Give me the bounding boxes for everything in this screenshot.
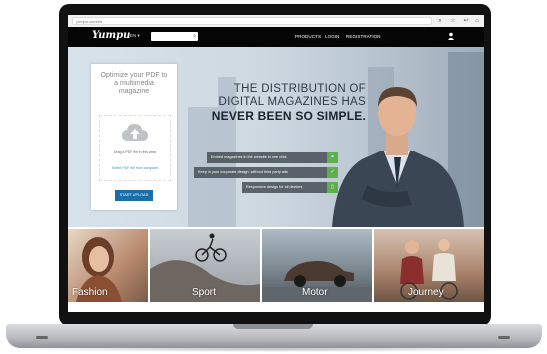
select-file-link[interactable]: Select PDF file from computer <box>100 166 170 170</box>
search-icon[interactable]: ⌕ <box>436 17 444 25</box>
bookmark-icon[interactable]: ☆ <box>449 17 457 25</box>
start-upload-button[interactable]: START UPLOAD <box>115 190 153 201</box>
laptop-notch <box>233 324 313 329</box>
upload-card: Optimize your PDF to a multimedia magazi… <box>91 64 177 210</box>
category-label: Motor <box>302 287 328 298</box>
category-tiles: Fashion Sport Motor Journey <box>68 229 484 312</box>
cloud-upload-icon <box>122 124 148 141</box>
address-bar[interactable]: yumpu.com/en <box>72 17 432 25</box>
nav-products[interactable]: PRODUCTS <box>295 34 321 39</box>
back-icon[interactable]: ↩ <box>462 17 470 25</box>
category-tile-journey[interactable]: Journey <box>374 229 484 302</box>
feature-text: Responsive design for all devices <box>246 185 303 189</box>
drop-instruction: Drag a PDF file in this area <box>113 150 157 154</box>
search-input[interactable]: ⌕ <box>151 32 198 41</box>
top-navigation: Yumpu EN ▾ ⌕ PRODUCTS LOGIN REGISTRATION <box>68 27 484 47</box>
feature-text: Embed magazines in the website in one cl… <box>211 155 287 159</box>
category-label: Sport <box>192 287 216 298</box>
card-title-line: a multimedia <box>114 80 154 87</box>
card-title-line: magazine <box>118 88 150 95</box>
language-selector[interactable]: EN ▾ <box>130 33 140 39</box>
laptop-port <box>498 336 510 339</box>
feature-text: Keep in your corporate design, without t… <box>198 170 288 174</box>
logo[interactable]: Yumpu <box>92 30 130 41</box>
upload-card-title: Optimize your PDF to a multimedia magazi… <box>91 72 177 96</box>
businessman-photo <box>332 87 464 227</box>
user-icon[interactable] <box>448 32 454 41</box>
nav-registration[interactable]: REGISTRATION <box>346 34 381 39</box>
category-tile-sport[interactable]: Sport <box>150 229 260 302</box>
slider-dots <box>248 219 268 227</box>
category-label: Journey <box>408 287 444 298</box>
laptop-port <box>36 336 48 339</box>
category-tile-motor[interactable]: Motor <box>262 229 372 302</box>
home-icon[interactable]: ⌂ <box>473 17 481 25</box>
card-title-line: Optimize your PDF to <box>100 72 168 79</box>
category-tile-fashion[interactable]: Fashion <box>68 229 148 302</box>
search-icon[interactable]: ⌕ <box>193 33 196 39</box>
category-label: Fashion <box>72 287 108 298</box>
feature-item: Responsive design for all devices ▯ <box>242 182 338 193</box>
screen: yumpu.com/en ⌕ ☆ ↩ ⌂ Yumpu EN ▾ ⌕ PRODUC… <box>68 15 484 312</box>
hero-banner: Optimize your PDF to a multimedia magazi… <box>68 47 484 227</box>
nav-login[interactable]: LOGIN <box>325 34 340 39</box>
feature-item: Embed magazines in the website in one cl… <box>207 152 338 163</box>
feature-item: Keep in your corporate design, without t… <box>194 167 338 178</box>
drop-zone[interactable]: Drag a PDF file in this area Select PDF … <box>99 115 171 181</box>
